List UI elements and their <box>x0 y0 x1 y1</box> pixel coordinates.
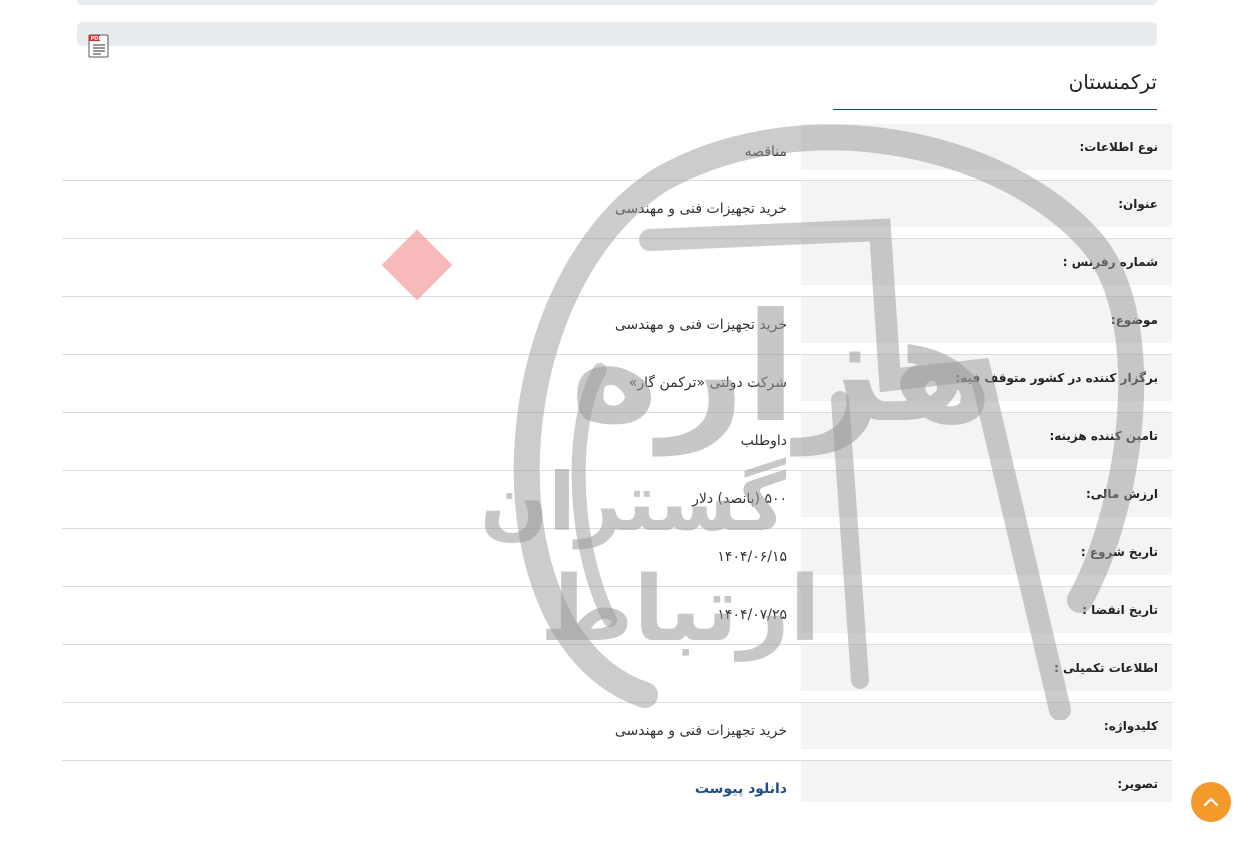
row-label: موضوع: <box>801 297 1172 343</box>
page-footer-space <box>0 802 1249 841</box>
row-label: تامین کننده هزینه: <box>801 413 1172 459</box>
row-value: خرید تجهیزات فنی و مهندسی <box>614 201 787 217</box>
row-label: اطلاعات تکمیلی : <box>801 645 1172 691</box>
table-row: تاریخ شروع : ۱۴۰۴/۰۶/۱۵ <box>62 529 1172 587</box>
chevron-up-icon <box>1203 797 1219 807</box>
table-row: عنوان: خرید تجهیزات فنی و مهندسی <box>62 181 1172 239</box>
table-row: برگزار کننده در کشور متوقف فیه: شرکت دول… <box>62 355 1172 413</box>
pdf-icon[interactable]: PDF <box>86 33 112 59</box>
table-row: تاریخ انقضا : ۱۴۰۴/۰۷/۲۵ <box>62 587 1172 645</box>
toolbar-strip <box>77 22 1157 46</box>
page-title: ترکمنستان <box>1068 70 1157 94</box>
row-label: تاریخ شروع : <box>801 529 1172 575</box>
row-value: ۵۰۰ (پانصد) دلار <box>692 491 787 507</box>
row-label: برگزار کننده در کشور متوقف فیه: <box>801 355 1172 401</box>
top-search-bar <box>77 0 1157 5</box>
row-label: شماره رفرنس : <box>801 239 1172 285</box>
table-row: اطلاعات تکمیلی : <box>62 645 1172 703</box>
row-label: عنوان: <box>801 181 1172 227</box>
row-value: شرکت دولتی «ترکمن گاز» <box>628 375 787 391</box>
row-value: ۱۴۰۴/۰۶/۱۵ <box>717 549 787 565</box>
table-row: شماره رفرنس : <box>62 239 1172 297</box>
row-label: نوع اطلاعات: <box>801 124 1172 170</box>
row-value: داوطلب <box>740 433 787 449</box>
title-underline <box>833 109 1157 110</box>
svg-text:PDF: PDF <box>91 36 102 42</box>
table-row: ارزش مالی: ۵۰۰ (پانصد) دلار <box>62 471 1172 529</box>
table-row: تامین کننده هزینه: داوطلب <box>62 413 1172 471</box>
row-value: مناقصه <box>744 144 787 160</box>
row-label: تصویر: <box>801 761 1172 807</box>
row-value: خرید تجهیزات فنی و مهندسی <box>614 723 787 739</box>
row-value: ۱۴۰۴/۰۷/۲۵ <box>717 607 787 623</box>
row-value: خرید تجهیزات فنی و مهندسی <box>614 317 787 333</box>
row-label: ارزش مالی: <box>801 471 1172 517</box>
row-label: تاریخ انقضا : <box>801 587 1172 633</box>
table-row: کلیدواژه: خرید تجهیزات فنی و مهندسی <box>62 703 1172 761</box>
scroll-to-top-button[interactable] <box>1191 782 1231 822</box>
row-label: کلیدواژه: <box>801 703 1172 749</box>
table-row: نوع اطلاعات: مناقصه <box>62 124 1172 181</box>
info-table: نوع اطلاعات: مناقصه عنوان: خرید تجهیزات … <box>62 124 1172 819</box>
table-row: موضوع: خرید تجهیزات فنی و مهندسی <box>62 297 1172 355</box>
